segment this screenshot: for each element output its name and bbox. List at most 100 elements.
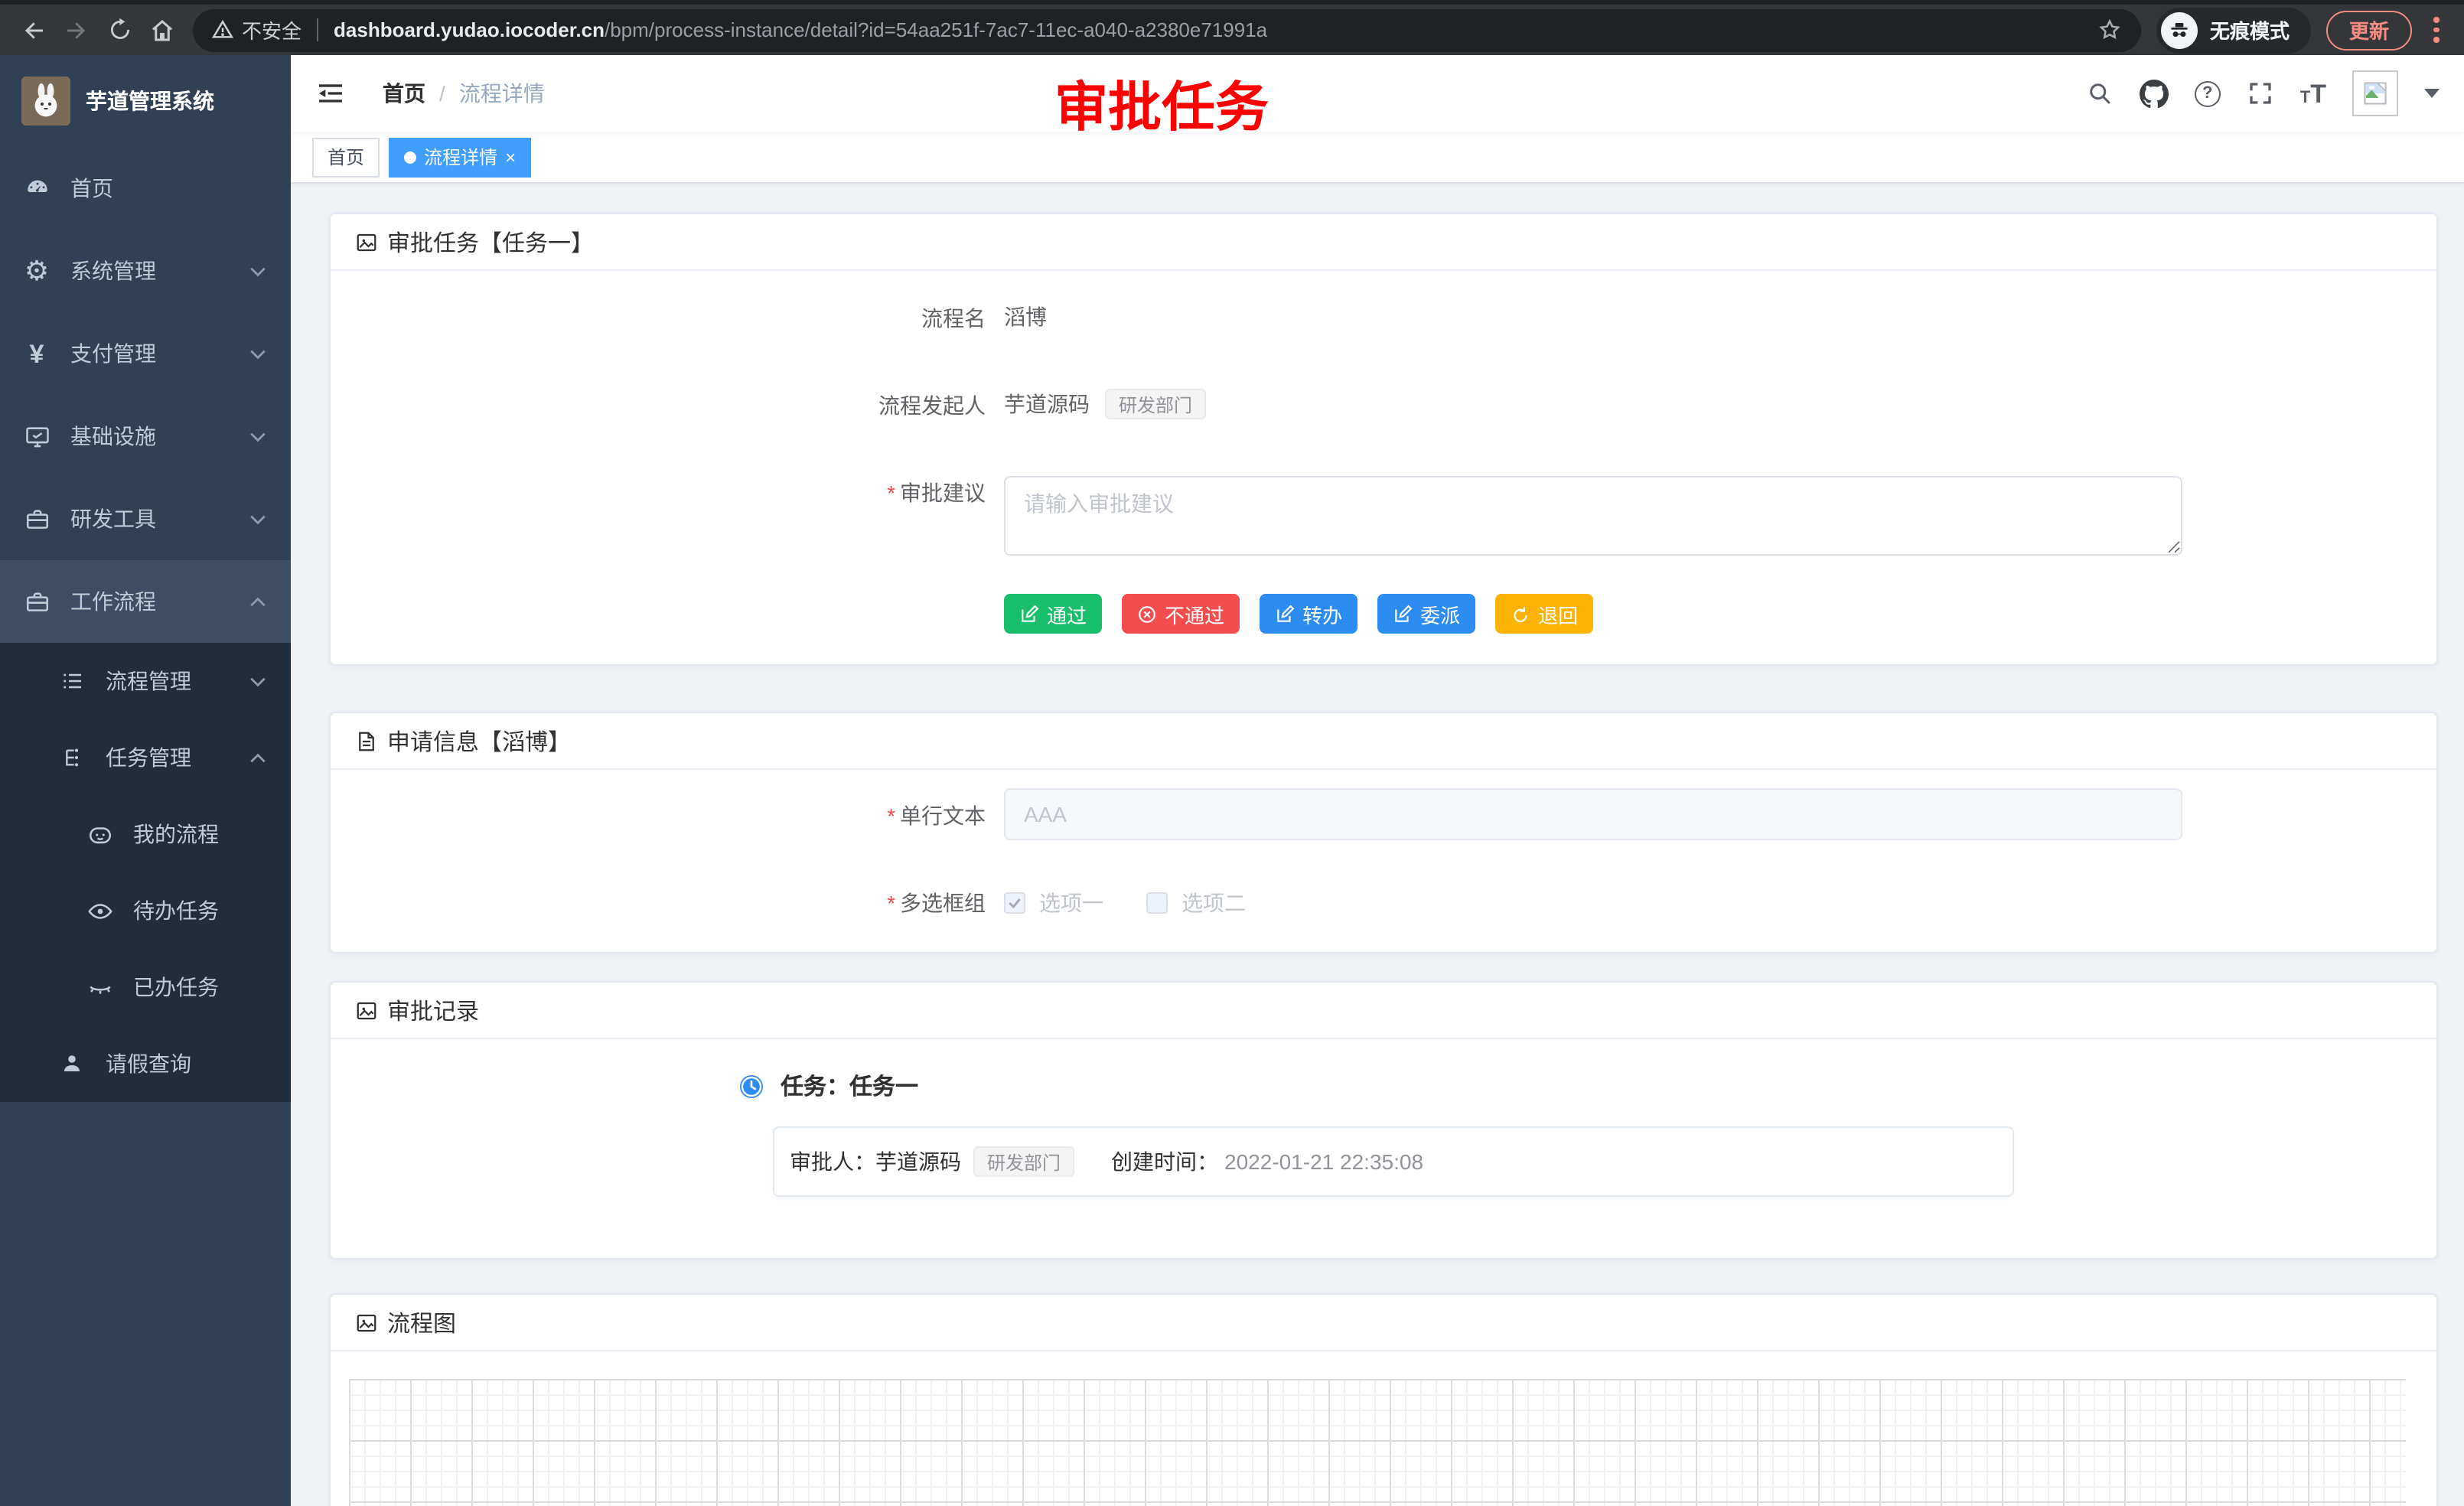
sidebar-item-leave-query[interactable]: 请假查询	[0, 1025, 291, 1102]
department-tag: 研发部门	[973, 1146, 1074, 1177]
chevron-down-icon	[249, 431, 266, 442]
tags-view-bar: 首页 流程详情 ×	[291, 132, 2464, 184]
checkbox-unchecked-icon	[1146, 892, 1168, 914]
browser-toolbar: 不安全 dashboard.yudao.iocoder.cn/bpm/proce…	[0, 0, 2464, 55]
sidebar-item-workflow[interactable]: 工作流程	[0, 560, 291, 643]
browser-update-button[interactable]: 更新	[2326, 10, 2412, 50]
sidebar-item-done-tasks[interactable]: 已办任务	[0, 949, 291, 1025]
browser-forward-icon[interactable]	[55, 8, 98, 51]
sidebar-item-infrastructure[interactable]: 基础设施	[0, 395, 291, 478]
sidebar-item-label: 基础设施	[70, 421, 156, 451]
breadcrumb-home[interactable]: 首页	[383, 78, 425, 109]
single-line-text-input	[1004, 788, 2182, 840]
breadcrumb: 首页 / 流程详情	[383, 78, 545, 109]
tab-label: 流程详情	[424, 144, 497, 170]
font-size-icon[interactable]: TT	[2300, 80, 2326, 106]
edit-icon	[1019, 604, 1039, 624]
flow-chart-card-header: 流程图	[331, 1295, 2436, 1351]
reject-button[interactable]: 不通过	[1122, 594, 1240, 634]
sidebar-item-label: 工作流程	[70, 586, 156, 617]
tree-icon	[57, 669, 87, 693]
initiator-label: 流程发起人	[355, 389, 986, 421]
incognito-label: 无痕模式	[2210, 15, 2290, 44]
chevron-down-icon	[249, 348, 266, 359]
tab-process-detail[interactable]: 流程详情 ×	[389, 137, 531, 177]
sidebar-item-label: 请假查询	[106, 1048, 191, 1079]
apply-info-card: 申请信息【滔博】 *单行文本 *多选框组	[329, 712, 2438, 953]
department-tag: 研发部门	[1105, 389, 1206, 419]
sidebar-item-process-management[interactable]: 流程管理	[0, 643, 291, 719]
sidebar-item-label: 支付管理	[70, 338, 156, 369]
edit-icon	[1275, 604, 1295, 624]
transfer-button[interactable]: 转办	[1260, 594, 1357, 634]
active-dot	[404, 151, 416, 163]
bookmark-star-icon[interactable]	[2097, 17, 2123, 43]
checkbox-group: 选项一 选项二	[1004, 886, 2182, 918]
sidebar-item-label: 任务管理	[106, 742, 191, 773]
sidebar-item-task-management[interactable]: 任务管理	[0, 719, 291, 796]
bpmn-canvas[interactable]	[349, 1379, 2406, 1506]
sidebar-item-label: 系统管理	[70, 256, 156, 286]
org-icon	[57, 745, 87, 770]
workflow-submenu: 流程管理 任务管理 我的流程	[0, 643, 291, 1102]
checkbox-option-2: 选项二	[1146, 888, 1246, 918]
tab-home[interactable]: 首页	[312, 137, 380, 177]
toolbox-icon	[21, 506, 52, 532]
toolbox-icon	[21, 588, 52, 614]
caret-down-icon[interactable]	[2424, 89, 2440, 98]
process-name-value: 滔博	[1004, 302, 2182, 332]
document-icon	[355, 729, 378, 752]
required-asterisk: *	[887, 803, 895, 827]
github-icon[interactable]	[2140, 79, 2169, 108]
browser-home-icon[interactable]	[141, 8, 184, 51]
delegate-button[interactable]: 委派	[1377, 594, 1475, 634]
app-title: 芋道管理系统	[86, 86, 214, 116]
circle-close-icon	[1137, 604, 1157, 624]
address-bar[interactable]: 不安全 dashboard.yudao.iocoder.cn/bpm/proce…	[193, 8, 2141, 51]
screen: 不安全 dashboard.yudao.iocoder.cn/bpm/proce…	[0, 0, 2464, 1506]
security-label: 不安全	[242, 15, 301, 44]
eye-closed-icon	[84, 974, 115, 1000]
url-text: dashboard.yudao.iocoder.cn/bpm/process-i…	[334, 18, 2084, 41]
close-icon[interactable]: ×	[505, 148, 516, 166]
approval-record-card-header: 审批记录	[331, 983, 2436, 1039]
picture-icon	[355, 999, 378, 1022]
sidebar-toggle-icon[interactable]	[315, 78, 346, 109]
card-title: 审批记录	[387, 994, 479, 1026]
suggestion-textarea[interactable]	[1004, 476, 2182, 556]
fullscreen-icon[interactable]	[2247, 80, 2274, 107]
checkbox-option-1: 选项一	[1004, 888, 1103, 918]
divider	[317, 18, 318, 41]
text-field-label: *单行文本	[355, 798, 986, 830]
sidebar-item-label: 待办任务	[133, 895, 219, 926]
not-secure-indicator[interactable]: 不安全	[211, 15, 301, 44]
sidebar-item-dev-tools[interactable]: 研发工具	[0, 478, 291, 560]
sidebar-item-label: 已办任务	[133, 972, 219, 1002]
sidebar-item-home[interactable]: 首页	[0, 147, 291, 230]
card-title: 审批任务【任务一】	[387, 226, 594, 258]
checkbox-group-label: *多选框组	[355, 886, 986, 918]
clock-icon	[738, 1072, 765, 1100]
return-button[interactable]: 退回	[1495, 594, 1593, 634]
sidebar-item-my-process[interactable]: 我的流程	[0, 796, 291, 872]
avatar[interactable]	[2352, 70, 2398, 116]
broken-image-icon	[2361, 80, 2389, 107]
picture-icon	[355, 230, 378, 253]
approval-record-card: 审批记录 任务：任务一 审批人：芋道源码 研发部门 创建时间：	[329, 981, 2438, 1260]
chevron-down-icon	[249, 266, 266, 276]
browser-back-icon[interactable]	[12, 8, 55, 51]
browser-menu-icon[interactable]	[2421, 18, 2452, 43]
sidebar-item-payment[interactable]: ¥ 支付管理	[0, 312, 291, 395]
help-icon[interactable]: ?	[2195, 80, 2221, 106]
search-icon[interactable]	[2086, 80, 2114, 107]
monitor-icon	[21, 423, 52, 449]
approval-task-card: 审批任务【任务一】 流程名 滔博 流程发起人 芋道源码 研发部门	[329, 213, 2438, 666]
incognito-icon	[2161, 11, 2198, 48]
browser-reload-icon[interactable]	[98, 8, 141, 51]
url-domain: dashboard.yudao.iocoder.cn	[334, 18, 605, 41]
checkbox-checked-icon	[1004, 892, 1025, 914]
suggestion-label: *审批建议	[355, 476, 986, 508]
sidebar-item-todo-tasks[interactable]: 待办任务	[0, 872, 291, 949]
sidebar-item-system[interactable]: ⚙ 系统管理	[0, 230, 291, 312]
approve-button[interactable]: 通过	[1004, 594, 1102, 634]
